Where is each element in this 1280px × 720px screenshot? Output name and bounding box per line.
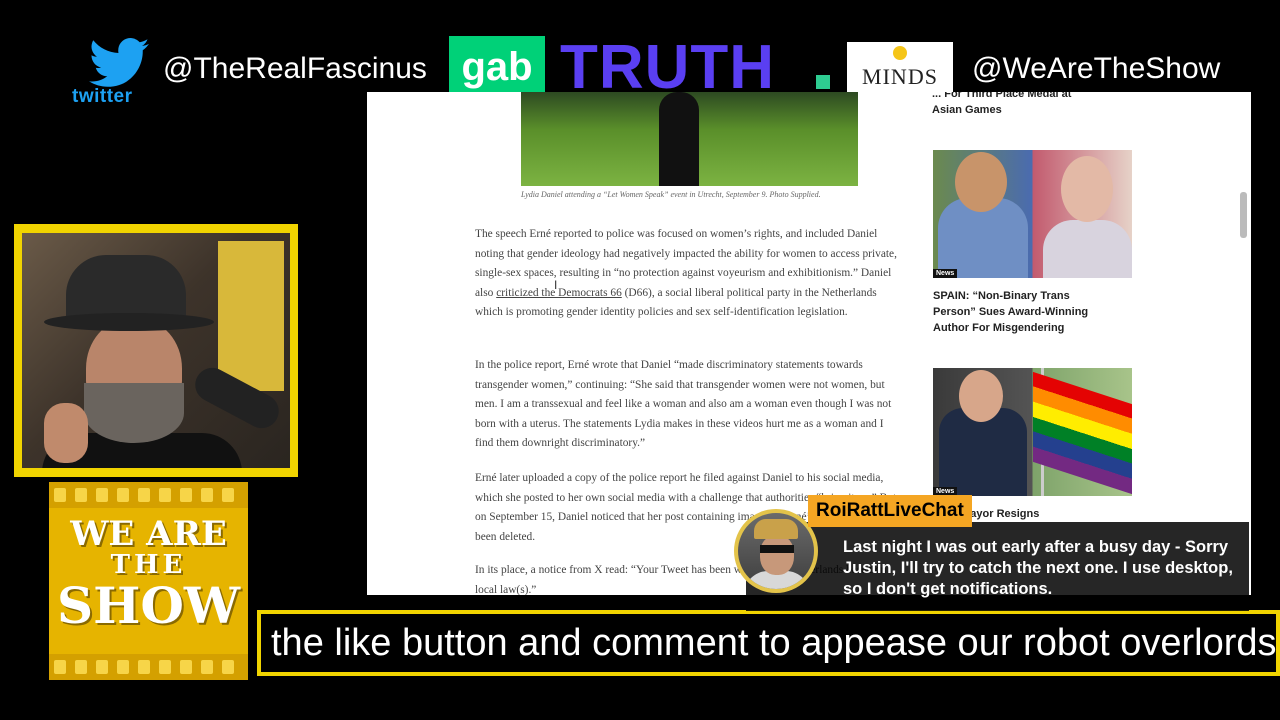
background-poster [218, 241, 284, 391]
democrats-66-link[interactable]: criticized the Democrats 66 [496, 287, 622, 299]
sidebar-story-image-1[interactable]: News [933, 150, 1132, 278]
webcam-video [22, 233, 290, 468]
news-badge: News [933, 269, 958, 278]
logo-line-1: WE ARE [70, 514, 227, 554]
truth-logo-dot [816, 75, 830, 89]
film-strip-bottom [49, 654, 248, 680]
person-right [1043, 220, 1132, 278]
host-beard [84, 383, 184, 443]
article-photo [521, 92, 858, 186]
chat-avatar [734, 509, 818, 593]
logo-text: WE ARE THE SHOW [49, 516, 248, 634]
page-scrollbar[interactable] [1240, 192, 1247, 238]
sidebar-prev-story-title[interactable]: ... For Third Place Medal at Asian Games [932, 92, 1102, 118]
twitter-handle: @TheRealFascinus [163, 52, 427, 85]
live-chat-message: Last night I was out early after a busy … [746, 522, 1249, 611]
twitter-wordmark: twitter [72, 86, 133, 107]
logo-line-3: SHOW [56, 576, 241, 635]
scrolling-ticker: the like button and comment to appease o… [257, 610, 1280, 676]
ticker-text: the like button and comment to appease o… [271, 622, 1277, 664]
person-left-face [955, 152, 1007, 212]
photo-person [659, 92, 699, 186]
film-strip-top [49, 482, 248, 508]
pride-flag [1033, 371, 1132, 495]
sidebar-story-title-1[interactable]: SPAIN: “Non-Binary Trans Person” Sues Aw… [933, 288, 1103, 336]
lightbulb-icon [893, 46, 907, 60]
photo-caption: Lydia Daniel attending a “Let Women Spea… [521, 190, 821, 199]
host-hand [44, 403, 88, 463]
we-are-the-show-logo: WE ARE THE SHOW [49, 482, 248, 680]
cowboy-hat-icon [754, 519, 798, 539]
avatar-face [760, 535, 794, 575]
webcam-frame [14, 224, 298, 477]
show-handle: @WeAreTheShow [972, 52, 1221, 85]
article-paragraph-2: In the police report, Erné wrote that Da… [475, 359, 892, 450]
sidebar-story-image-2[interactable]: News [933, 368, 1132, 496]
avatar-photo [738, 513, 814, 589]
person-face [959, 370, 1003, 422]
article-paragraph-1: The speech Erné reported to police was f… [475, 225, 900, 322]
prev-title-line-2: Asian Games [932, 104, 1002, 116]
chat-username: RoiRattLiveChat [808, 495, 972, 527]
sunglasses-icon [760, 545, 794, 553]
logo-line-2: THE [110, 550, 187, 580]
host-hat-brim [44, 313, 214, 331]
chat-message-text: Last night I was out early after a busy … [843, 538, 1233, 598]
minds-wordmark: MINDS [862, 64, 938, 89]
text-cursor-icon: I [554, 278, 558, 292]
person-right-face [1061, 156, 1113, 222]
twitter-bird-icon [89, 38, 149, 87]
prev-title-line-1: ... For Third Place Medal at [932, 92, 1072, 100]
